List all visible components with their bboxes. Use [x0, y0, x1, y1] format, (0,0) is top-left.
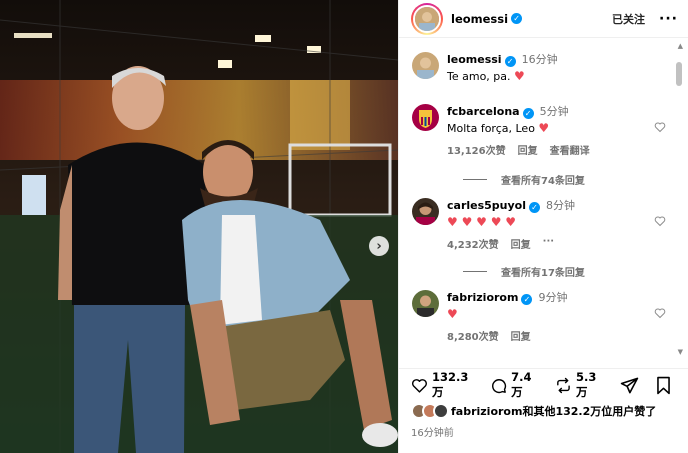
comment-text: Molta força, Leo — [447, 122, 539, 135]
post-photo[interactable]: › — [0, 0, 398, 453]
comments-list: leomessi ✓ 16分钟 Te amo, pa. ♥ fcbarcelona ✓… — [399, 38, 688, 368]
bookmark-icon — [657, 376, 670, 394]
comment-time: 9分钟 — [538, 291, 568, 304]
like-comment-icon[interactable] — [654, 215, 666, 227]
caption-username[interactable]: leomessi — [447, 53, 502, 66]
post-side-panel: leomessi ✓ 已关注 ··· leomessi ✓ 16分钟 Te amo,… — [398, 0, 688, 453]
comment-action[interactable]: 7.4 万 — [490, 370, 543, 400]
hearts-emoji: ♥ ♥ ♥ ♥ ♥ — [447, 215, 517, 229]
send-icon — [620, 377, 639, 393]
verified-badge-icon: ✓ — [511, 13, 523, 24]
following-button[interactable]: 已关注 — [612, 11, 645, 27]
post-header: leomessi ✓ 已关注 ··· — [399, 0, 688, 38]
posted-time[interactable]: 16分钟前 — [411, 424, 676, 439]
avatar[interactable] — [412, 198, 439, 225]
comment-row: carles5puyol ✓ 8分钟 ♥ ♥ ♥ ♥ ♥ 4,232次赞 回复 ··· — [412, 198, 666, 251]
story-ring[interactable] — [411, 2, 443, 35]
avatar — [413, 4, 441, 33]
comment-row: fcbarcelona ✓ 5分钟 Molta força, Leo ♥ 13,12… — [412, 104, 666, 157]
avatar — [433, 403, 449, 419]
avatar[interactable] — [412, 52, 439, 79]
caption-row: leomessi ✓ 16分钟 Te amo, pa. ♥ — [412, 52, 666, 85]
comment-row: fabriziorom ✓ 9分钟 ♥ 8,280次赞 回复 — [412, 290, 666, 343]
liker-avatars — [411, 403, 449, 419]
verified-badge-icon: ✓ — [504, 56, 516, 67]
like-comment-icon[interactable] — [654, 307, 666, 319]
more-horizontal-icon[interactable]: ··· — [543, 236, 554, 251]
verified-badge-icon: ✓ — [521, 294, 533, 305]
comment-time: 5分钟 — [539, 105, 569, 118]
caption-time: 16分钟 — [521, 53, 558, 66]
verified-badge-icon: ✓ — [529, 202, 541, 213]
comment-username[interactable]: fabriziorom — [447, 291, 518, 304]
verified-badge-icon: ✓ — [522, 108, 534, 119]
comment-icon — [492, 378, 507, 393]
share-action[interactable] — [620, 376, 643, 395]
likes-summary-text[interactable]: 和其他132.2万位用户赞了 — [522, 403, 656, 419]
reply-link[interactable]: 回复 — [511, 328, 531, 343]
reply-link[interactable]: 回复 — [518, 142, 538, 157]
view-replies-label[interactable]: 查看所有74条回复 — [501, 172, 585, 187]
comment-like-count[interactable]: 4,232次赞 — [447, 236, 499, 251]
reply-link[interactable]: 回复 — [511, 236, 531, 251]
photo-illustration — [0, 0, 398, 453]
repost-action[interactable]: 5.3 万 — [555, 370, 608, 400]
avatar[interactable] — [412, 104, 439, 131]
instagram-post: › leomessi ✓ 已关注 ··· leomessi ✓ 16分钟 Te … — [0, 0, 688, 453]
avatar[interactable] — [412, 290, 439, 317]
view-replies-label[interactable]: 查看所有17条回复 — [501, 264, 585, 279]
like-comment-icon[interactable] — [654, 121, 666, 133]
caption-text: Te amo, pa. — [447, 70, 515, 83]
save-action[interactable] — [655, 376, 676, 395]
comment-username[interactable]: carles5puyol — [447, 199, 526, 212]
heart-emoji-icon: ♥ — [514, 69, 525, 83]
view-replies-link[interactable]: 查看所有74条回复 — [463, 172, 585, 187]
view-replies-link[interactable]: 查看所有17条回复 — [463, 264, 585, 279]
next-image-button[interactable]: › — [369, 236, 389, 256]
like-count: 132.3 万 — [431, 370, 469, 399]
more-horizontal-icon[interactable]: ··· — [659, 11, 678, 27]
comment-like-count[interactable]: 8,280次赞 — [447, 328, 499, 343]
comment-like-count[interactable]: 13,126次赞 — [447, 142, 506, 157]
chevron-right-icon: › — [376, 238, 382, 254]
scroll-up-arrow-icon[interactable]: ▲ — [678, 42, 683, 50]
hearts-emoji: ♥ — [447, 307, 458, 321]
post-actions: 132.3 万 7.4 万 5.3 万 fabriziorom 和其他132.2… — [399, 368, 688, 453]
heart-icon — [412, 378, 427, 393]
liker-username[interactable]: fabriziorom — [451, 405, 522, 418]
heart-emoji-icon: ♥ — [538, 121, 550, 135]
comment-time: 8分钟 — [546, 199, 576, 212]
share-count: 5.3 万 — [576, 370, 597, 399]
see-translation-link[interactable]: 查看翻译 — [550, 142, 590, 157]
like-action[interactable]: 132.3 万 — [411, 370, 478, 400]
scrollbar-thumb[interactable] — [676, 62, 682, 86]
comment-count: 7.4 万 — [511, 370, 532, 399]
scroll-down-arrow-icon[interactable]: ▼ — [678, 348, 683, 356]
repost-icon — [557, 377, 570, 393]
liked-by-row: fabriziorom 和其他132.2万位用户赞了 — [411, 403, 676, 419]
comment-username[interactable]: fcbarcelona — [447, 105, 520, 118]
post-author-username[interactable]: leomessi — [451, 12, 508, 26]
